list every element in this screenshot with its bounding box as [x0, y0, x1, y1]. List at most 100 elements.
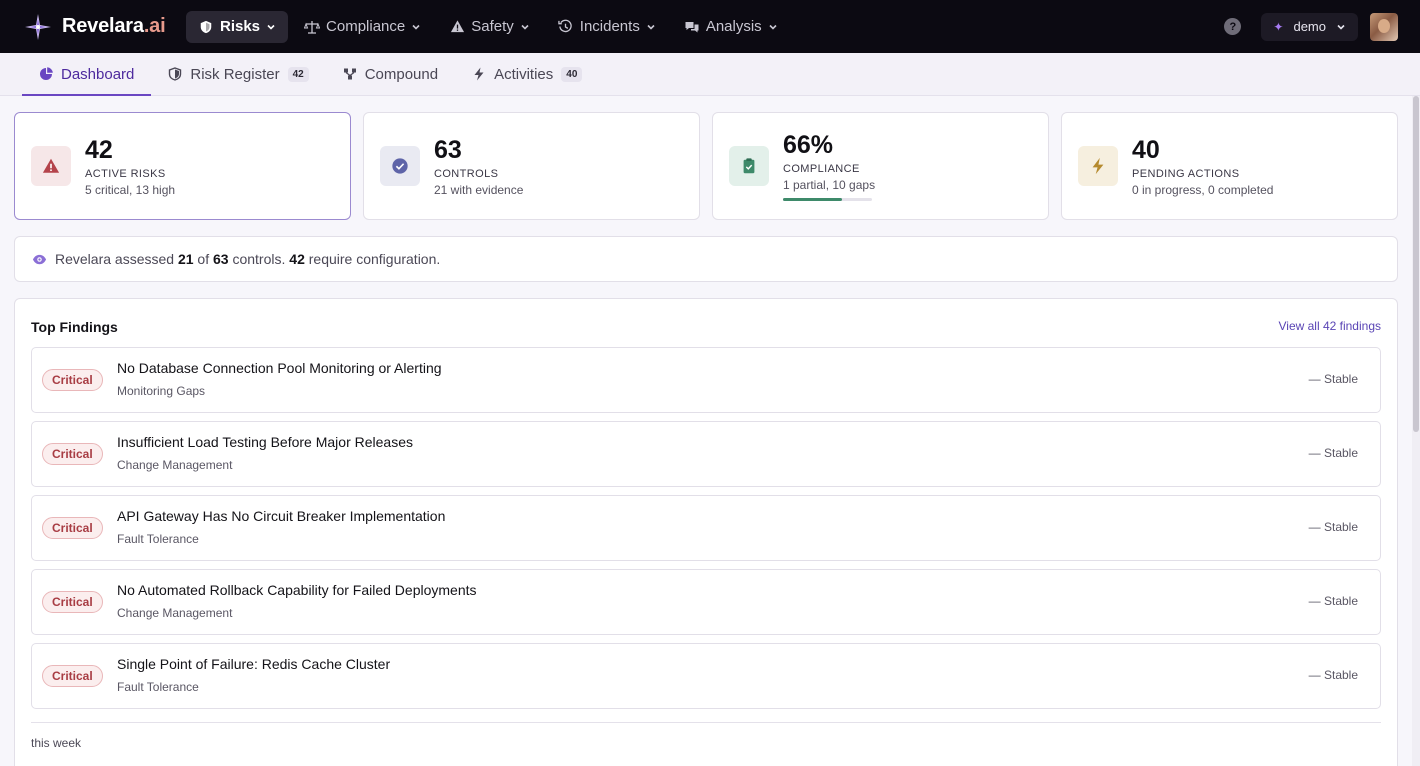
pending-actions-card[interactable]: 40 PENDING ACTIONS 0 in progress, 0 comp… — [1061, 112, 1398, 220]
alert-triangle-icon — [31, 146, 71, 186]
finding-row[interactable]: Critical No Database Connection Pool Mon… — [31, 347, 1381, 413]
nav-analysis[interactable]: Analysis — [672, 11, 790, 43]
chevron-down-icon — [521, 24, 529, 30]
panel-divider — [31, 722, 1381, 723]
active-risks-card[interactable]: 42 ACTIVE RISKS 5 critical, 13 high — [14, 112, 351, 220]
finding-row[interactable]: Critical API Gateway Has No Circuit Brea… — [31, 495, 1381, 561]
pie-chart-icon — [39, 67, 53, 81]
chat-bubbles-icon — [684, 19, 700, 35]
assessment-banner: Revelara assessed 21 of 63 controls. 42 … — [14, 236, 1398, 282]
severity-badge: Critical — [42, 443, 103, 465]
controls-card[interactable]: 63 CONTROLS 21 with evidence — [363, 112, 700, 220]
banner-total-count: 63 — [213, 251, 229, 267]
main-menu: Risks Compliance Safety Incidents Analys… — [186, 10, 794, 43]
sparkle-icon: ✦ — [1273, 19, 1284, 34]
org-switcher[interactable]: ✦ demo — [1261, 12, 1358, 41]
tab-activities[interactable]: Activities 40 — [455, 53, 599, 95]
banner-prefix: Revelara assessed — [55, 251, 175, 267]
history-icon — [558, 19, 574, 35]
banner-require-count: 42 — [289, 251, 305, 267]
controls-sub: 21 with evidence — [434, 182, 524, 197]
tab-dashboard[interactable]: Dashboard — [22, 53, 152, 96]
compliance-sub: 1 partial, 10 gaps — [783, 178, 876, 192]
finding-title: No Automated Rollback Capability for Fai… — [117, 582, 477, 598]
warning-triangle-icon — [449, 19, 465, 35]
help-icon[interactable]: ? — [1224, 18, 1242, 35]
check-circle-icon — [380, 146, 420, 186]
user-avatar[interactable] — [1370, 12, 1398, 41]
severity-badge: Critical — [42, 665, 103, 687]
pending-actions-sub: 0 in progress, 0 completed — [1132, 182, 1274, 197]
top-navigation-bar: Revelara.ai Risks Compliance Safety Inci… — [0, 0, 1420, 53]
nav-compliance-label: Compliance — [326, 18, 406, 35]
shield-icon — [168, 67, 182, 81]
active-risks-label: ACTIVE RISKS — [85, 167, 166, 180]
pending-actions-label: PENDING ACTIONS — [1132, 167, 1240, 180]
tab-activities-label: Activities — [494, 65, 554, 83]
nav-risks-label: Risks — [220, 18, 261, 35]
nav-analysis-label: Analysis — [705, 18, 762, 35]
finding-row[interactable]: Critical Insufficient Load Testing Befor… — [31, 421, 1381, 487]
controls-label: CONTROLS — [434, 167, 499, 180]
finding-row[interactable]: Critical Single Point of Failure: Redis … — [31, 643, 1381, 709]
top-findings-panel: Top Findings View all 42 findings Critic… — [14, 298, 1398, 766]
finding-title: API Gateway Has No Circuit Breaker Imple… — [117, 508, 446, 524]
org-name: demo — [1293, 19, 1326, 34]
active-risks-sub: 5 critical, 13 high — [85, 182, 176, 197]
shield-icon — [198, 19, 214, 35]
nav-safety[interactable]: Safety — [437, 11, 542, 43]
page-scrollbar-thumb[interactable] — [1413, 96, 1419, 432]
finding-title: Insufficient Load Testing Before Major R… — [117, 434, 413, 450]
view-all-findings-link[interactable]: View all 42 findings — [1278, 319, 1381, 333]
top-findings-title: Top Findings — [31, 319, 118, 335]
controls-value: 63 — [434, 135, 462, 164]
compliance-label: COMPLIANCE — [783, 163, 860, 175]
dashboard-tabs: Dashboard Risk Register 42 Compound Acti… — [0, 53, 1420, 96]
finding-category: Monitoring Gaps — [117, 384, 206, 398]
banner-mid: controls. — [232, 251, 286, 267]
nav-risks[interactable]: Risks — [186, 10, 289, 43]
summary-cards: 42 ACTIVE RISKS 5 critical, 13 high 63 C… — [14, 112, 1398, 220]
eye-icon — [32, 254, 47, 264]
finding-category: Change Management — [117, 606, 233, 620]
finding-row[interactable]: Critical No Automated Rollback Capabilit… — [31, 569, 1381, 635]
compliance-value: 66% — [783, 131, 834, 159]
chevron-down-icon — [267, 24, 275, 30]
finding-trend: — Stable — [1308, 372, 1358, 386]
findings-footer-period: this week — [31, 736, 82, 750]
compliance-progress-fill — [783, 198, 842, 201]
banner-of: of — [197, 251, 210, 267]
finding-trend: — Stable — [1308, 446, 1358, 460]
finding-category: Change Management — [117, 458, 233, 472]
compliance-card[interactable]: 66% COMPLIANCE 1 partial, 10 gaps — [712, 112, 1049, 220]
lightning-icon — [472, 67, 486, 81]
finding-title: No Database Connection Pool Monitoring o… — [117, 360, 442, 376]
nav-right-controls: ? ✦ demo — [1224, 12, 1420, 41]
severity-badge: Critical — [42, 517, 103, 539]
tab-dashboard-label: Dashboard — [61, 65, 135, 83]
tab-risk-register[interactable]: Risk Register 42 — [151, 53, 325, 95]
brand-logo[interactable]: Revelara.ai — [24, 13, 184, 41]
pending-actions-value: 40 — [1132, 135, 1160, 164]
nav-incidents-label: Incidents — [579, 18, 640, 35]
finding-trend: — Stable — [1308, 668, 1358, 682]
scales-icon — [304, 19, 321, 35]
nav-compliance[interactable]: Compliance — [292, 11, 433, 43]
tab-risk-register-label: Risk Register — [190, 65, 280, 83]
risk-register-count-badge: 42 — [287, 66, 309, 82]
brand-name: Revelara.ai — [62, 15, 166, 37]
nav-incidents[interactable]: Incidents — [546, 11, 668, 43]
chevron-down-icon — [1337, 24, 1345, 30]
lightning-icon — [1078, 146, 1118, 186]
finding-category: Fault Tolerance — [117, 680, 199, 694]
tab-compound-label: Compound — [364, 65, 439, 83]
chevron-down-icon — [412, 24, 420, 30]
banner-assessed-count: 21 — [177, 251, 194, 267]
compass-star-icon — [25, 13, 51, 40]
tab-compound[interactable]: Compound — [326, 53, 455, 95]
chevron-down-icon — [647, 24, 655, 30]
findings-list: Critical No Database Connection Pool Mon… — [31, 347, 1381, 717]
severity-badge: Critical — [42, 591, 103, 613]
clipboard-check-icon — [729, 146, 769, 186]
finding-title: Single Point of Failure: Redis Cache Clu… — [117, 656, 391, 672]
